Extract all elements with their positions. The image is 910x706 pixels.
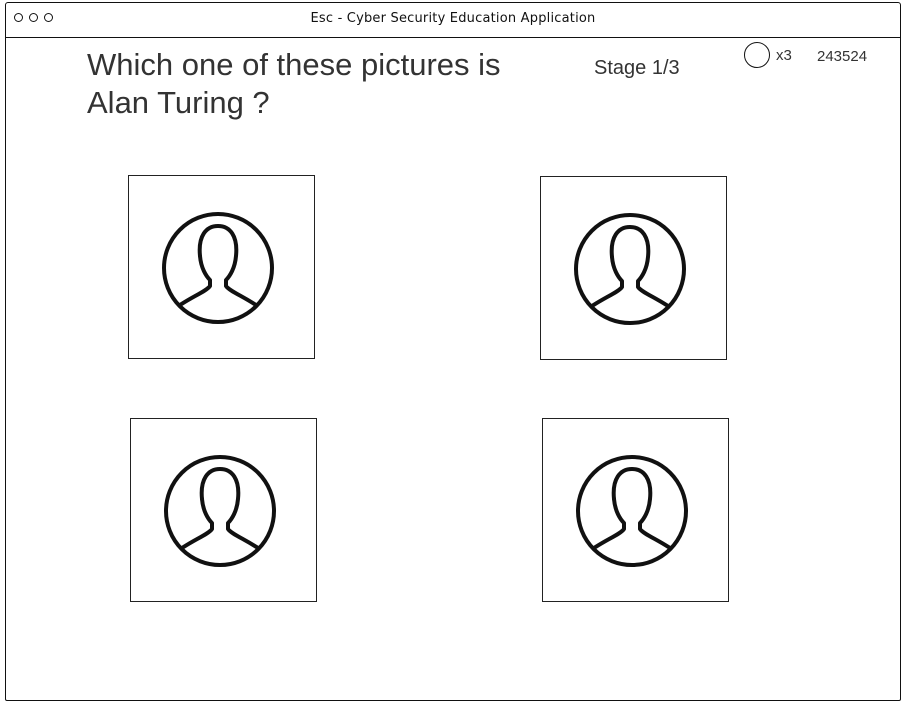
score-value: 243524 — [817, 48, 868, 65]
picture-option-2[interactable] — [540, 176, 727, 360]
user-avatar-icon — [576, 455, 688, 567]
user-avatar-icon — [574, 213, 686, 325]
life-token-icon — [744, 42, 770, 68]
title-bar: Esc - Cyber Security Education Applicati… — [6, 3, 900, 38]
user-avatar-icon — [162, 212, 274, 324]
question-text: Which one of these pictures is Alan Turi… — [87, 47, 501, 120]
picture-option-1[interactable] — [128, 175, 315, 359]
lives-indicator: x3 — [744, 42, 792, 68]
picture-option-3[interactable] — [130, 418, 317, 602]
picture-option-4[interactable] — [542, 418, 729, 602]
user-avatar-icon — [164, 455, 276, 567]
lives-count: x3 — [776, 47, 792, 64]
window-title: Esc - Cyber Security Education Applicati… — [310, 11, 596, 26]
stage-indicator: Stage 1/3 — [594, 57, 680, 79]
